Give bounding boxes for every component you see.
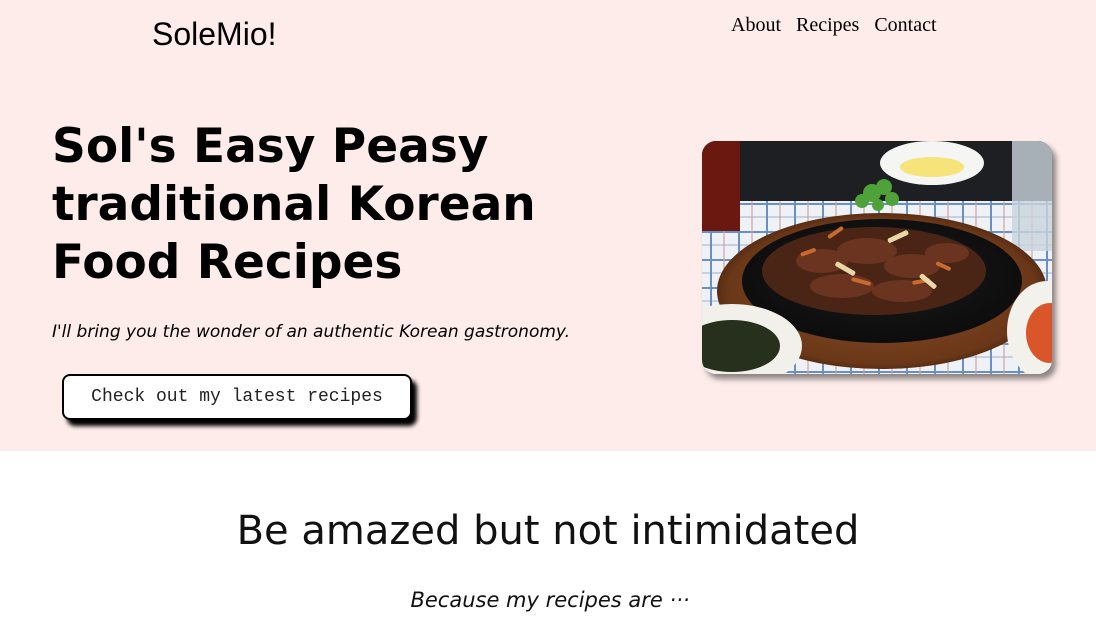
brand-logo-link[interactable]: SoleMio!	[152, 16, 277, 53]
intro-subtitle: Because my recipes are ···	[410, 588, 690, 612]
latest-recipes-button[interactable]: Check out my latest recipes	[62, 374, 412, 420]
nav-contact-link[interactable]: Contact	[874, 14, 936, 37]
hero-food-image	[702, 141, 1052, 374]
nav-recipes-link[interactable]: Recipes	[796, 14, 859, 37]
bulgogi-illustration	[702, 141, 1052, 374]
hero-title: Sol's Easy Peasy traditional Korean Food…	[52, 119, 536, 290]
main-nav: About Recipes Contact	[731, 14, 937, 37]
hero-section: SoleMio! About Recipes Contact Sol's Eas…	[0, 0, 1096, 451]
hero-subtitle: I'll bring you the wonder of an authenti…	[52, 322, 571, 342]
nav-about-link[interactable]: About	[731, 14, 781, 37]
intro-title: Be amazed but not intimidated	[236, 508, 860, 554]
